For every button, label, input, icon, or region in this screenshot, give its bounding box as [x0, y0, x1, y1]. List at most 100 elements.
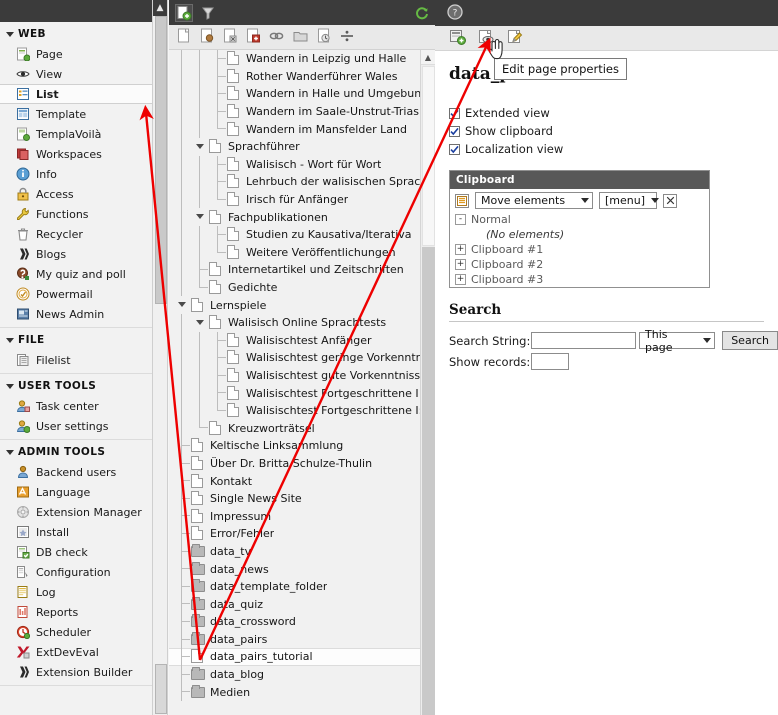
sidebar-item-db-check[interactable]: DB check — [0, 542, 152, 562]
tree-node[interactable]: data_news — [169, 560, 435, 578]
checkbox-row[interactable]: Extended view — [435, 104, 778, 122]
tree-node[interactable]: Studien zu Kausativa/Iterativa — [169, 226, 435, 244]
tree-node[interactable]: data_crossword — [169, 613, 435, 631]
module-menu-scrollbar[interactable]: ▲ — [152, 0, 168, 715]
tree-node[interactable]: Wandern im Saale-Unstrut-Trias — [169, 103, 435, 121]
module-section-header[interactable]: ADMIN TOOLS — [0, 440, 152, 462]
clipboard-pad-row[interactable]: +Clipboard #2 — [450, 257, 709, 272]
clipboard-pad-row[interactable]: +Clipboard #3 — [450, 272, 709, 287]
sidebar-item-templavoil[interactable]: TemplaVoilà — [0, 124, 152, 144]
tree-node[interactable]: Kreuzworträtsel — [169, 419, 435, 437]
new-page-notinmenu-icon[interactable] — [246, 28, 260, 46]
tree-node[interactable]: Single News Site — [169, 490, 435, 508]
sidebar-item-extdeveval[interactable]: ExtDevEval — [0, 642, 152, 662]
sidebar-item-news-admin[interactable]: News Admin — [0, 304, 152, 324]
tree-node[interactable]: Walisischtest Fortgeschrittene I — [169, 384, 435, 402]
expand-icon[interactable]: + — [455, 274, 466, 285]
clipboard-menu-icon[interactable] — [455, 194, 469, 208]
tree-node[interactable]: Walisischtest geringe Vorkenntr — [169, 349, 435, 367]
search-button[interactable]: Search — [722, 331, 778, 350]
new-page-separator-icon[interactable] — [340, 29, 354, 46]
sidebar-item-scheduler[interactable]: Scheduler — [0, 622, 152, 642]
sidebar-item-powermail[interactable]: Powermail — [0, 284, 152, 304]
tree-node[interactable]: Sprachführer — [169, 138, 435, 156]
tree-toggle-expanded[interactable] — [173, 296, 191, 314]
sidebar-item-language[interactable]: Language — [0, 482, 152, 502]
tree-node[interactable]: Wandern in Halle und Umgebun — [169, 85, 435, 103]
tree-node[interactable]: Fachpublikationen — [169, 208, 435, 226]
tree-node[interactable]: Walisischtest Fortgeschrittene I: — [169, 402, 435, 420]
checkbox-extended-view[interactable] — [449, 108, 460, 119]
clipboard-mode-select[interactable]: Move elements — [475, 192, 593, 209]
tree-scrollbar-thumb[interactable] — [422, 247, 435, 715]
new-record-icon[interactable] — [449, 29, 466, 48]
sidebar-item-functions[interactable]: Functions — [0, 204, 152, 224]
tree-toggle-expanded[interactable] — [191, 138, 209, 156]
tree-toggle-expanded[interactable] — [191, 208, 209, 226]
checkbox-row[interactable]: Show clipboard — [435, 122, 778, 140]
clipboard-pad-row[interactable]: +Clipboard #1 — [450, 242, 709, 257]
sidebar-item-filelist[interactable]: Filelist — [0, 350, 152, 370]
sidebar-item-user-settings[interactable]: User settings — [0, 416, 152, 436]
sidebar-item-backend-users[interactable]: Backend users — [0, 462, 152, 482]
tree-node[interactable]: Rother Wanderführer Wales — [169, 68, 435, 86]
scroll-up-arrow-icon[interactable]: ▲ — [153, 0, 167, 16]
sidebar-item-view[interactable]: View — [0, 64, 152, 84]
sidebar-item-blogs[interactable]: Blogs — [0, 244, 152, 264]
tree-node[interactable]: Walisischtest gute Vorkenntniss — [169, 367, 435, 385]
new-page-external-url-icon[interactable] — [269, 30, 284, 45]
tree-scroll-up-arrow-icon[interactable]: ▲ — [421, 50, 435, 65]
sidebar-item-page[interactable]: Page — [0, 44, 152, 64]
tree-node[interactable]: Lehrbuch der walisischen Sprac — [169, 173, 435, 191]
sidebar-item-reports[interactable]: Reports — [0, 602, 152, 622]
clipboard-pad-row[interactable]: -Normal — [450, 212, 709, 227]
tree-toggle-expanded[interactable] — [191, 314, 209, 332]
edit-page-properties-icon[interactable] — [507, 29, 524, 48]
tree-node[interactable]: data_pairs — [169, 631, 435, 649]
tree-node-selected[interactable]: data_pairs_tutorial — [169, 648, 435, 666]
module-section-header[interactable]: USER TOOLS — [0, 374, 152, 396]
expand-icon[interactable]: + — [455, 244, 466, 255]
clipboard-close-button[interactable] — [663, 194, 677, 208]
tree-node[interactable]: Gedichte — [169, 279, 435, 297]
tree-node[interactable]: Walisischtest Anfänger — [169, 332, 435, 350]
clipboard-menu-select[interactable]: [menu] — [599, 192, 657, 209]
tree-node[interactable]: Walisisch Online Sprachtests — [169, 314, 435, 332]
search-scope-select[interactable]: This page — [639, 332, 715, 349]
tree-node[interactable]: Wandern im Mansfelder Land — [169, 120, 435, 138]
scrollbar-track[interactable] — [153, 16, 167, 715]
sidebar-item-list[interactable]: List — [0, 84, 152, 104]
new-folder-icon[interactable] — [293, 29, 308, 45]
module-section-header[interactable]: WEB — [0, 22, 152, 44]
sidebar-item-log[interactable]: Log — [0, 582, 152, 602]
sidebar-item-workspaces[interactable]: Workspaces — [0, 144, 152, 164]
tree-node[interactable]: Walisisch - Wort für Wort — [169, 156, 435, 174]
collapse-icon[interactable]: - — [455, 214, 466, 225]
module-section-header[interactable]: FILE — [0, 328, 152, 350]
sidebar-item-install[interactable]: Install — [0, 522, 152, 542]
tree-node[interactable]: Error/Fehler — [169, 525, 435, 543]
new-page-standard-icon[interactable] — [177, 28, 191, 46]
page-tree-scrollbar[interactable]: ▲ — [420, 50, 435, 715]
tree-scrollbar-thumb-top[interactable] — [422, 66, 435, 246]
sidebar-item-info[interactable]: Info — [0, 164, 152, 184]
new-page-link-icon[interactable] — [223, 28, 237, 46]
tree-node[interactable]: Wandern in Leipzig und Halle — [169, 50, 435, 68]
checkbox-row[interactable]: Localization view — [435, 140, 778, 158]
tree-node[interactable]: Lernspiele — [169, 296, 435, 314]
tree-node[interactable]: data_tv — [169, 543, 435, 561]
tree-node[interactable]: Keltische Linksammlung — [169, 437, 435, 455]
checkbox-show-clipboard[interactable] — [449, 126, 460, 137]
scrollbar-thumb[interactable] — [155, 16, 167, 304]
scrollbar-thumb-lower[interactable] — [155, 664, 167, 714]
tree-node[interactable]: Impressum — [169, 507, 435, 525]
refresh-icon[interactable] — [415, 6, 429, 20]
new-page-icon[interactable] — [175, 4, 193, 22]
sidebar-item-extension-builder[interactable]: Extension Builder — [0, 662, 152, 682]
tree-node[interactable]: data_template_folder — [169, 578, 435, 596]
tree-node[interactable]: Weitere Veröffentlichungen — [169, 244, 435, 262]
sidebar-item-configuration[interactable]: Configuration — [0, 562, 152, 582]
sidebar-item-task-center[interactable]: Task center — [0, 396, 152, 416]
tree-node[interactable]: Internetartikel und Zeitschriften — [169, 261, 435, 279]
sidebar-item-extension-manager[interactable]: Extension Manager — [0, 502, 152, 522]
